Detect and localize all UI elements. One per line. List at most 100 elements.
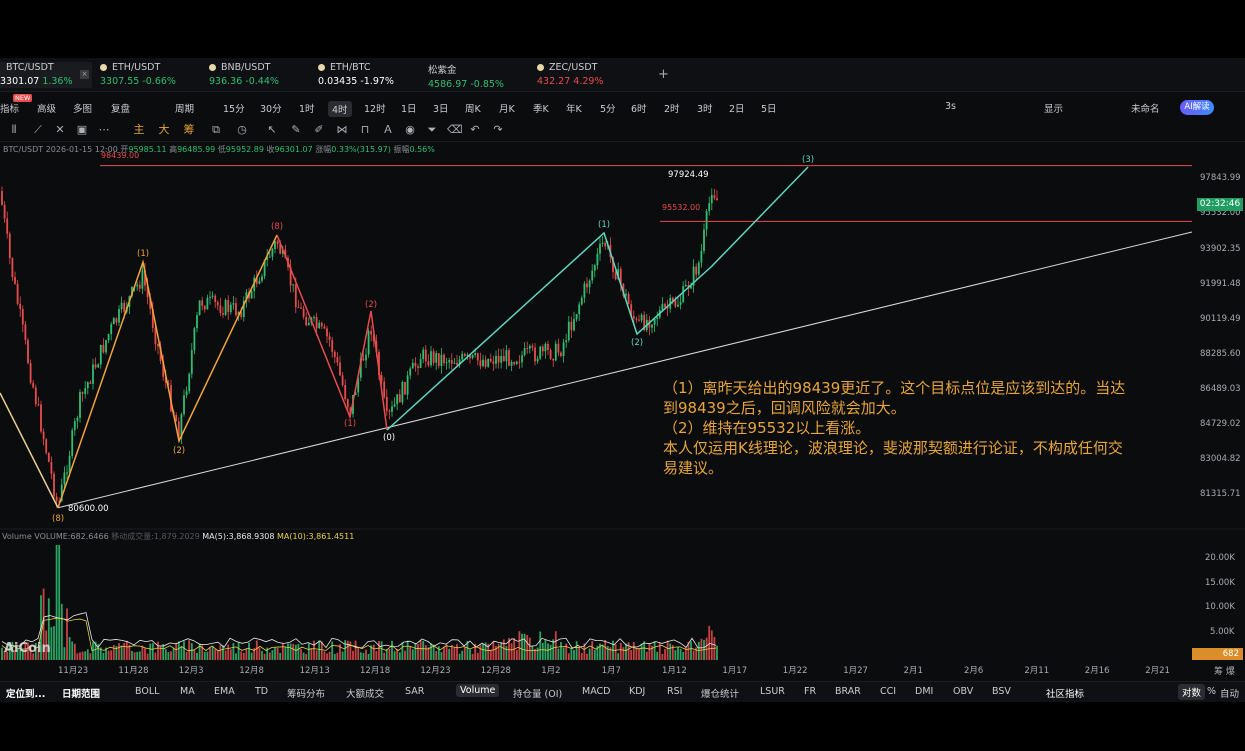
indicator-ma[interactable]: MA: [180, 686, 195, 697]
lock-icon[interactable]: ⊓: [359, 124, 371, 136]
line-chart-icon[interactable]: ⟋: [32, 124, 44, 136]
percent-toggle[interactable]: %: [1207, 686, 1216, 697]
chips-corner-label[interactable]: 筹: [1214, 667, 1223, 677]
indicator-kdj[interactable]: KDJ: [629, 686, 645, 697]
crosshair-icon[interactable]: ✕: [54, 124, 66, 136]
high-price-label: 97924.49: [668, 170, 709, 180]
ticker-tab-btc[interactable]: BTC/USDT 3301.07 1.36% ×: [0, 62, 92, 88]
indicator-td[interactable]: TD: [255, 686, 268, 697]
log-scale-toggle[interactable]: 对数: [1178, 684, 1206, 700]
candle-body: [573, 319, 575, 331]
candle-body: [404, 381, 406, 395]
more-icon[interactable]: ⋯: [98, 124, 110, 136]
indicator-chip[interactable]: 筹码分布: [287, 686, 325, 700]
volume-bar: [76, 653, 79, 660]
ai-interpret-button[interactable]: AI解读: [1180, 100, 1214, 115]
indicator-brar[interactable]: BRAR: [835, 686, 861, 697]
filter-icon[interactable]: ⏷: [426, 124, 438, 136]
brush-icon[interactable]: ✐: [313, 124, 325, 136]
indicator-bigtrade[interactable]: 大额成交: [346, 686, 384, 700]
tab-6h[interactable]: 6时: [631, 101, 647, 115]
tab-month[interactable]: 月K: [499, 101, 515, 115]
tab-3h[interactable]: 3时: [697, 101, 713, 115]
candle-body: [697, 262, 700, 275]
advanced-button[interactable]: 高级: [37, 101, 56, 115]
indicator-obv[interactable]: OBV: [953, 686, 973, 697]
volume-bar: [1, 647, 3, 660]
fib-icon[interactable]: ⋈: [336, 124, 348, 136]
chips-button[interactable]: 筹: [183, 124, 195, 136]
add-tab-icon[interactable]: +: [658, 67, 669, 82]
layout-name-dropdown[interactable]: 未命名: [1131, 101, 1160, 115]
candle-body: [401, 381, 404, 403]
locate-button[interactable]: 定位到...: [6, 686, 45, 700]
cursor-icon[interactable]: ↖: [266, 124, 278, 136]
close-icon[interactable]: ×: [80, 70, 89, 79]
ticker-tab-zec[interactable]: ZEC/USDT 432.27 4.29%: [537, 62, 603, 88]
tab-3d[interactable]: 3日: [433, 101, 449, 115]
pen-icon[interactable]: ✎: [290, 124, 302, 136]
indicator-bsv[interactable]: BSV: [992, 686, 1011, 697]
tab-quarter[interactable]: 季K: [533, 101, 549, 115]
tab-5d[interactable]: 5日: [761, 101, 777, 115]
chart-type-icon[interactable]: ⫴: [8, 124, 20, 136]
big-order-button[interactable]: 大: [158, 124, 170, 136]
tab-30m[interactable]: 30分: [260, 101, 282, 115]
indicator-sar[interactable]: SAR: [405, 686, 424, 697]
volume-bar: [289, 643, 292, 660]
undo-icon[interactable]: ↶: [469, 124, 481, 136]
tab-4h[interactable]: 4时: [328, 101, 352, 117]
indicator-rsi[interactable]: RSI: [667, 686, 682, 697]
community-indicator-button[interactable]: 社区指标: [1046, 686, 1084, 700]
tab-1h[interactable]: 1时: [299, 101, 315, 115]
indicator-oi[interactable]: 持仓量 (OI): [513, 686, 562, 700]
tab-12h[interactable]: 12时: [364, 101, 386, 115]
tab-1d[interactable]: 1日: [401, 101, 417, 115]
date-range-button[interactable]: 日期范围: [62, 686, 100, 700]
candle-body: [591, 270, 594, 281]
ticker-tab-ethbtc[interactable]: ETH/BTC 0.03435 -1.97%: [318, 62, 394, 88]
replay-button[interactable]: 复盘: [111, 101, 130, 115]
tab-year[interactable]: 年K: [566, 101, 582, 115]
text-icon[interactable]: Ａ: [382, 124, 394, 136]
tab-2h[interactable]: 2时: [664, 101, 680, 115]
indicator-macd[interactable]: MACD: [582, 686, 610, 697]
annotation-line: 易建议。: [663, 459, 724, 477]
display-button[interactable]: 显示: [1044, 101, 1063, 115]
indicator-fr[interactable]: FR: [804, 686, 816, 697]
candle-body: [638, 319, 640, 321]
candle-body: [479, 360, 482, 367]
volume-bar: [214, 649, 217, 660]
refresh-3s-button[interactable]: 3s: [945, 101, 956, 112]
tab-5m[interactable]: 5分: [600, 101, 616, 115]
candle-body: [76, 417, 79, 422]
liq-corner-label[interactable]: 爆: [1226, 667, 1235, 677]
trash-icon[interactable]: ⌫: [447, 124, 463, 136]
ticker-tab-gold[interactable]: 松紫金 4586.97 -0.85%: [428, 62, 504, 90]
clock-icon[interactable]: ◷: [236, 124, 248, 136]
indicator-button[interactable]: 指标: [0, 101, 19, 115]
indicator-liq[interactable]: 爆仓统计: [701, 686, 739, 700]
tab-week[interactable]: 周K: [465, 101, 481, 115]
main-force-button[interactable]: 主: [133, 124, 145, 136]
period-dropdown[interactable]: 周期: [175, 101, 194, 115]
indicator-volume[interactable]: Volume: [456, 684, 500, 697]
indicator-boll[interactable]: BOLL: [135, 686, 159, 697]
indicator-lsur[interactable]: LSUR: [760, 686, 785, 697]
compare-icon[interactable]: ⧉: [210, 124, 222, 136]
candle-body: [84, 388, 87, 394]
redo-icon[interactable]: ↷: [492, 124, 504, 136]
tab-2d[interactable]: 2日: [729, 101, 745, 115]
eye-icon[interactable]: ◉: [404, 124, 416, 136]
indicator-cci[interactable]: CCI: [880, 686, 896, 697]
screenshot-icon[interactable]: ▣: [76, 124, 88, 136]
tab-15m[interactable]: 15分: [223, 101, 245, 115]
volume-bar: [411, 649, 414, 660]
volume-bar: [84, 651, 87, 660]
ticker-tab-bnb[interactable]: BNB/USDT 936.36 -0.44%: [209, 62, 279, 88]
multi-chart-button[interactable]: 多图: [73, 101, 92, 115]
ticker-tab-eth[interactable]: ETH/USDT 3307.55 -0.66%: [100, 62, 176, 88]
indicator-ema[interactable]: EMA: [214, 686, 235, 697]
auto-toggle[interactable]: 自动: [1220, 686, 1239, 700]
indicator-dmi[interactable]: DMI: [915, 686, 933, 697]
